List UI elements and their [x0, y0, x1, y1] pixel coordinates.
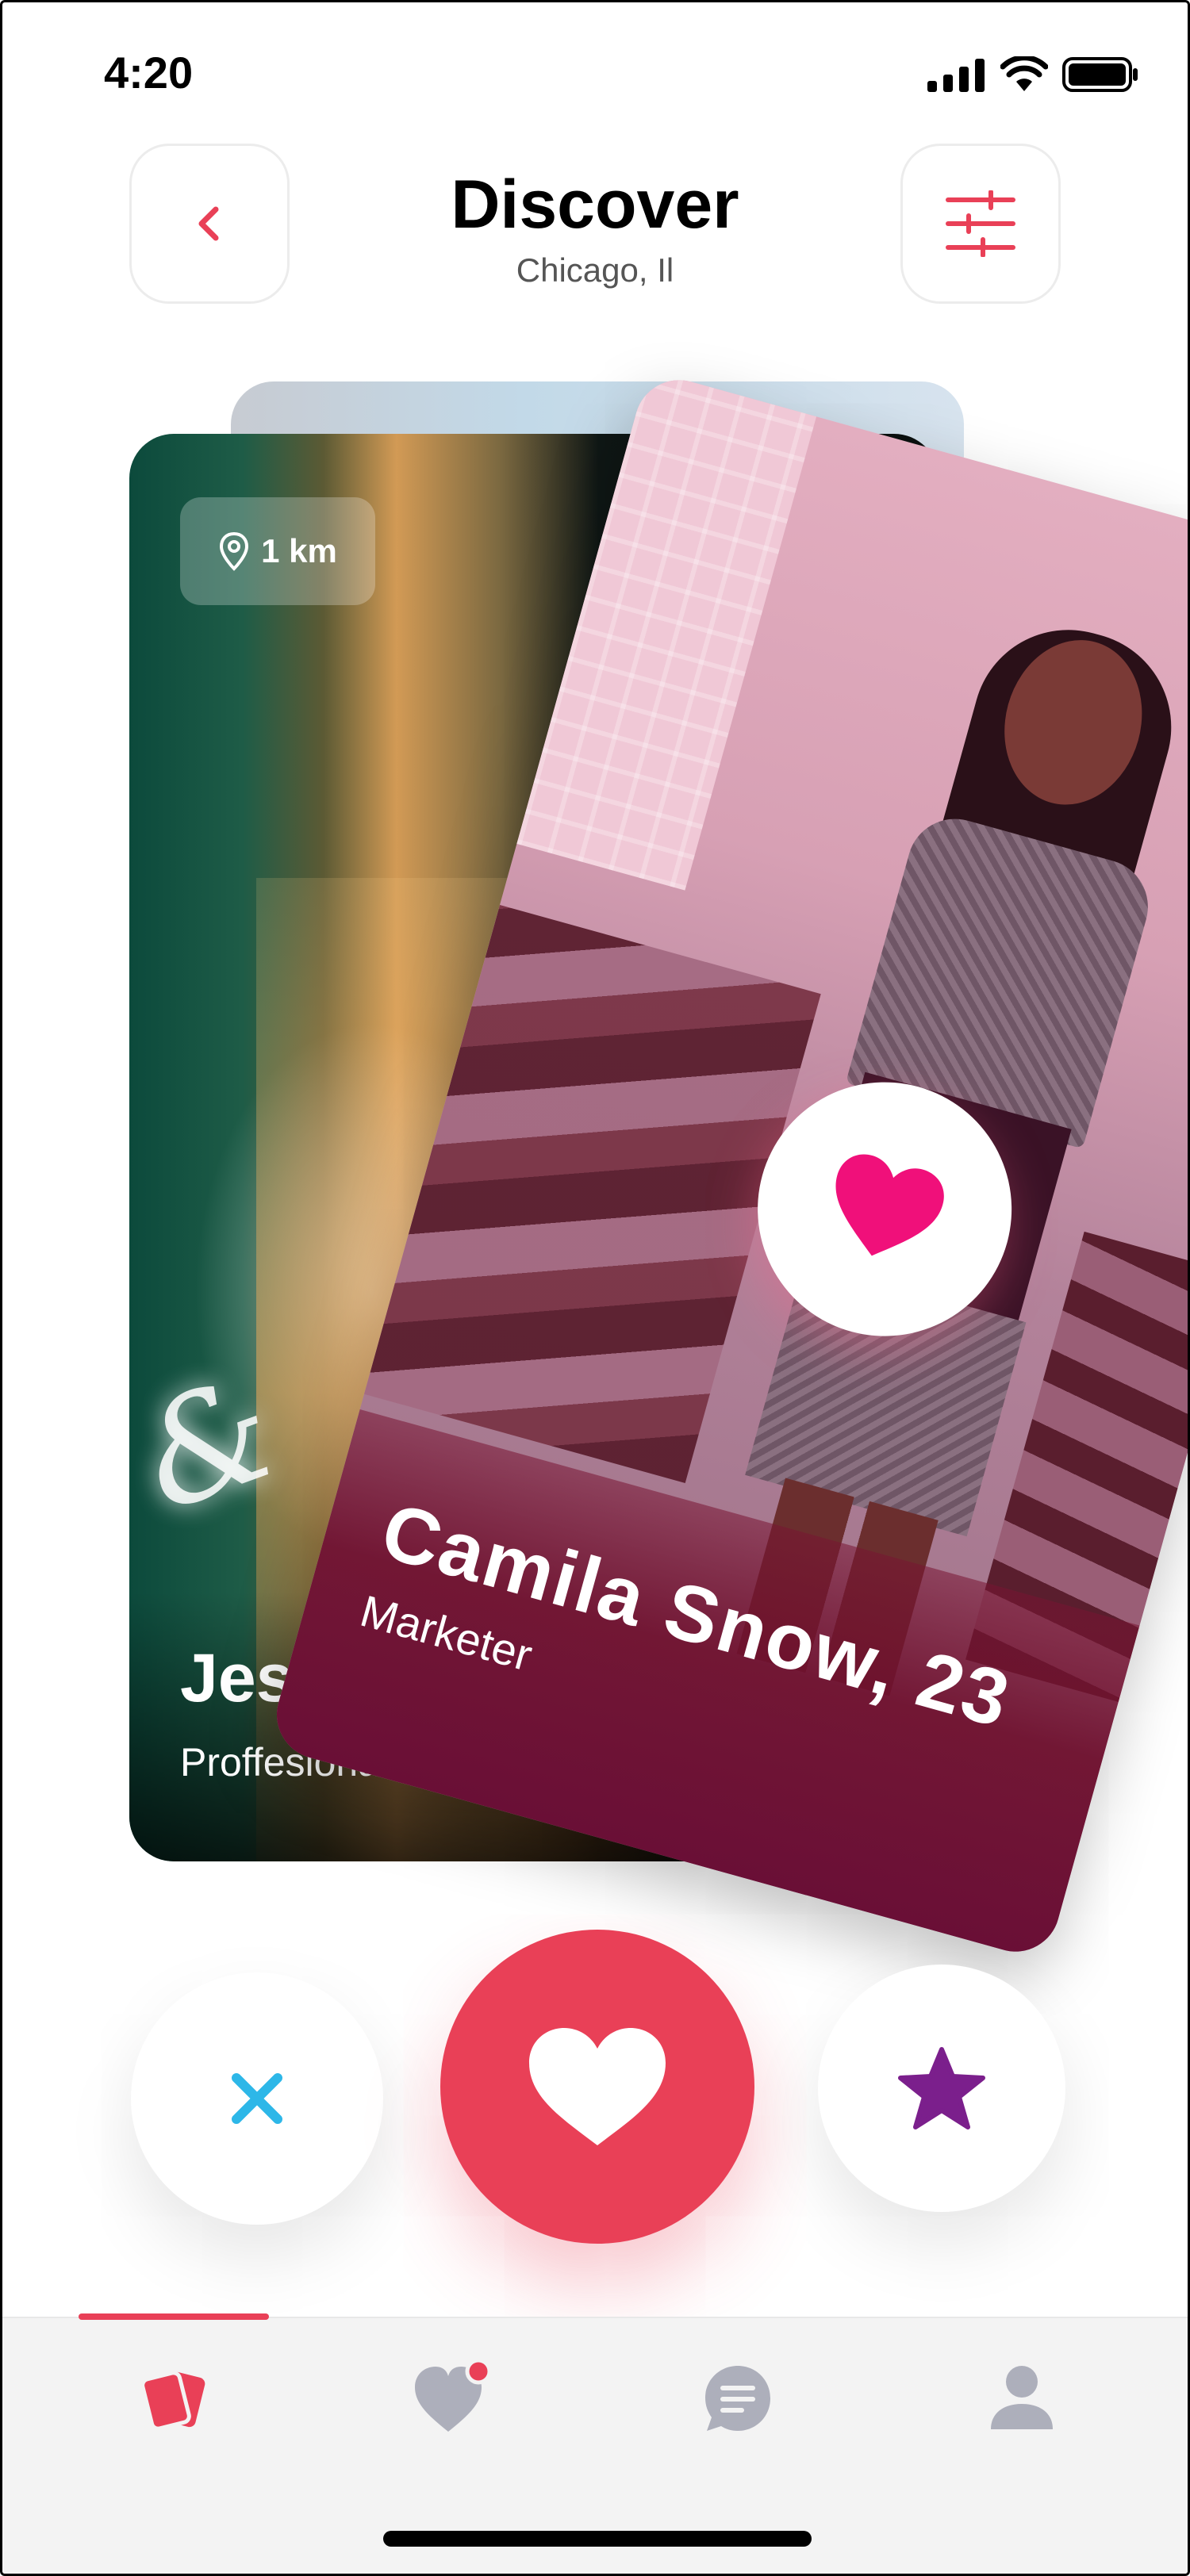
active-tab-indicator — [79, 2313, 269, 2320]
tab-messages[interactable] — [694, 2355, 781, 2442]
battery-icon — [1062, 57, 1138, 92]
heart-icon — [529, 2028, 666, 2145]
sliders-icon — [946, 190, 1015, 257]
status-icons — [927, 56, 1138, 93]
superlike-button[interactable] — [818, 1965, 1065, 2212]
home-indicator — [383, 2531, 812, 2547]
filter-button[interactable] — [900, 144, 1061, 304]
phone-screen: 4:20 Discover Chicago, Il & 1 km Jes Pro… — [0, 0, 1190, 2576]
star-icon — [898, 2047, 985, 2129]
heart-icon — [835, 1154, 944, 1256]
close-icon — [232, 2073, 282, 2124]
tab-profile[interactable] — [978, 2355, 1065, 2442]
tab-discover[interactable] — [131, 2355, 218, 2442]
location-pin-icon — [220, 531, 249, 571]
chat-icon — [705, 2366, 770, 2431]
cards-icon — [140, 2371, 205, 2431]
heart-notification-icon — [415, 2359, 492, 2432]
profile-icon — [991, 2366, 1053, 2429]
status-time: 4:20 — [104, 48, 194, 98]
distance-badge: 1 km — [180, 497, 375, 605]
distance-label: 1 km — [261, 532, 337, 569]
like-button[interactable] — [440, 1930, 754, 2244]
tab-matches[interactable] — [412, 2355, 499, 2442]
signal-icon — [927, 59, 985, 92]
wifi-icon — [1000, 56, 1048, 91]
dislike-button[interactable] — [131, 1972, 383, 2225]
